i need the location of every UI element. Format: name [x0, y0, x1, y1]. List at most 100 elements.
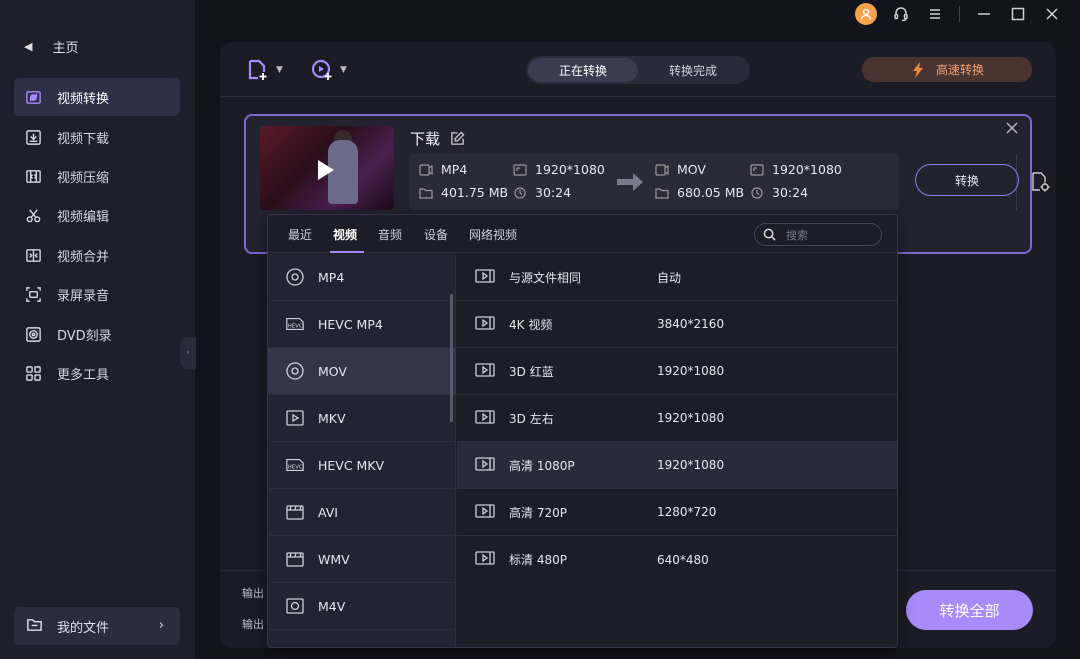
folder-icon [419, 187, 433, 199]
add-file-icon [248, 59, 267, 80]
avatar[interactable] [855, 3, 877, 25]
add-media-button[interactable]: ▼ [310, 58, 347, 82]
search-icon [763, 228, 776, 241]
download-icon [24, 128, 42, 146]
file-title-row: 下载 [410, 128, 465, 149]
preset-item[interactable]: 标清 480P 640*480 [457, 536, 897, 583]
grid-icon [24, 364, 42, 382]
remove-file-button[interactable] [1006, 122, 1020, 136]
video-preset-icon [475, 268, 495, 286]
sidebar-item-dvd-burn[interactable]: DVD刻录 [14, 315, 180, 353]
tab-converting[interactable]: 正在转换 [528, 58, 638, 82]
highspeed-label: 高速转换 [935, 63, 984, 77]
home-button[interactable]: ◀ 主页 [24, 36, 78, 56]
video-file-icon [419, 163, 433, 176]
tab-recent[interactable]: 最近 [288, 226, 312, 243]
convert-all-button[interactable]: 转换全部 [906, 590, 1033, 630]
tab-device[interactable]: 设备 [424, 226, 448, 243]
sidebar-item-label: 视频下载 [57, 131, 110, 147]
sidebar-item-label: 更多工具 [57, 367, 110, 383]
search-input[interactable]: 搜索 [754, 223, 882, 246]
disc-icon [284, 266, 306, 288]
record-icon [24, 285, 42, 303]
minimize-icon [978, 13, 990, 15]
preset-list: 与源文件相同 自动 4K 视频 3840*2160 3D 红蓝 1920*108… [457, 254, 897, 647]
sidebar-item-video-edit[interactable]: 视频编辑 [14, 196, 180, 234]
preset-item[interactable]: 与源文件相同 自动 [457, 254, 897, 301]
sidebar-item-video-compress[interactable]: 视频压缩 [14, 157, 180, 195]
title-bar [855, 0, 1080, 28]
minimize-button[interactable] [974, 4, 994, 24]
format-item-avi[interactable]: AVI [268, 489, 456, 536]
preset-item-selected[interactable]: 高清 1080P 1920*1080 [457, 442, 897, 489]
format-item-hevc-mp4[interactable]: HEVC HEVC MP4 [268, 301, 456, 348]
tab-audio[interactable]: 音频 [378, 226, 402, 243]
format-item-m4v[interactable]: M4V [268, 583, 456, 630]
active-tab-underline [330, 251, 364, 253]
sidebar-item-screen-record[interactable]: 录屏录音 [14, 275, 180, 313]
headset-icon [894, 7, 908, 22]
source-format: MP4 [419, 162, 467, 177]
resolution-icon [513, 163, 527, 176]
my-files-button[interactable]: 我的文件 › [14, 607, 180, 645]
format-item-wmv[interactable]: WMV [268, 536, 456, 583]
hevc-icon: HEVC [284, 313, 306, 335]
convert-button[interactable]: 转换 [915, 164, 1019, 196]
file-info-panel: MP4 1920*1080 401.75 MB 30:24 MOV 1920*1… [409, 154, 1049, 210]
lightning-icon [912, 61, 923, 78]
video-preset-icon [475, 551, 495, 568]
format-dropdown: 最近 视频 音频 设备 网络视频 搜索 MP4 HEVC HEVC MP4 MO… [267, 214, 898, 648]
video-thumbnail[interactable] [260, 126, 394, 210]
home-label: 主页 [52, 40, 79, 56]
convert-icon [24, 88, 42, 106]
preset-item[interactable]: 高清 720P 1280*720 [457, 489, 897, 536]
clock-icon [514, 186, 526, 199]
sidebar-item-video-convert[interactable]: 视频转换 [14, 78, 180, 116]
clock-icon [751, 186, 763, 199]
highspeed-convert-button[interactable]: 高速转换 [862, 57, 1032, 82]
chevron-right-icon: › [158, 618, 164, 633]
chevron-left-icon: ◀ [24, 39, 33, 53]
arrow-right-icon [615, 171, 645, 197]
titlebar-divider [959, 6, 960, 22]
search-placeholder: 搜索 [786, 228, 808, 242]
close-icon [1006, 122, 1018, 134]
tab-converted[interactable]: 转换完成 [638, 58, 748, 82]
sidebar-item-video-download[interactable]: 视频下载 [14, 118, 180, 156]
menu-button[interactable] [925, 4, 945, 24]
sidebar-item-more-tools[interactable]: 更多工具 [14, 354, 180, 392]
clapper-icon [284, 501, 306, 523]
add-file-button[interactable]: ▼ [246, 58, 283, 82]
sidebar-collapse-handle[interactable]: ‹ [180, 337, 196, 369]
format-item-hevc-mkv[interactable]: HEVC HEVC MKV [268, 442, 456, 489]
video-preset-icon [475, 503, 495, 521]
edit-icon[interactable] [450, 131, 465, 146]
sidebar-item-label: 视频编辑 [57, 209, 110, 225]
tab-web-video[interactable]: 网络视频 [469, 226, 517, 243]
support-button[interactable] [891, 4, 911, 24]
preset-item[interactable]: 3D 红蓝 1920*1080 [457, 348, 897, 395]
close-icon [1046, 8, 1058, 20]
format-item-mkv[interactable]: MKV [268, 395, 456, 442]
tab-video[interactable]: 视频 [333, 226, 357, 243]
menu-icon [930, 9, 940, 19]
output-settings-button[interactable] [1016, 154, 1062, 210]
resolution-icon [750, 163, 764, 176]
format-list-scrollbar[interactable] [450, 294, 453, 422]
video-frame-icon [284, 407, 306, 429]
svg-text:HEVC: HEVC [288, 465, 303, 471]
sidebar-item-label: 视频合并 [57, 249, 110, 265]
format-item-mp4[interactable]: MP4 [268, 254, 456, 301]
format-tabs: 最近 视频 音频 设备 网络视频 搜索 [268, 215, 897, 253]
target-duration: 30:24 [750, 185, 808, 200]
preset-item[interactable]: 4K 视频 3840*2160 [457, 301, 897, 348]
dvd-icon [24, 325, 42, 343]
maximize-button[interactable] [1008, 4, 1028, 24]
format-item-mov[interactable]: MOV [268, 348, 456, 395]
close-button[interactable] [1042, 4, 1062, 24]
chevron-left-icon: ‹ [186, 348, 190, 358]
preset-item[interactable]: 3D 左右 1920*1080 [457, 395, 897, 442]
sidebar-item-video-merge[interactable]: 视频合并 [14, 236, 180, 274]
source-resolution: 1920*1080 [513, 162, 605, 177]
clapper-icon [284, 548, 306, 570]
